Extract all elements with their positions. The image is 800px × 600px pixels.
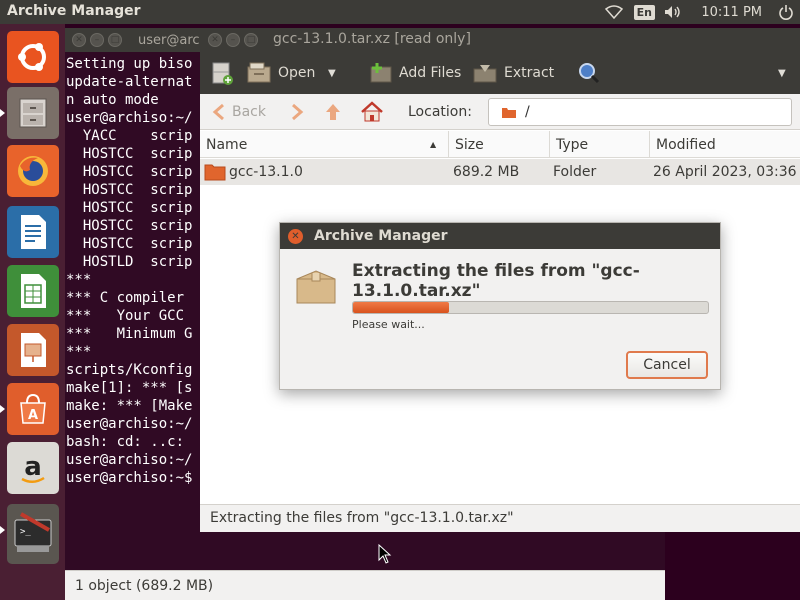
archive-title: gcc-13.1.0.tar.xz [read only] (273, 31, 471, 47)
new-archive-button[interactable] (210, 52, 234, 94)
row-name: gcc-13.1.0 (229, 164, 303, 180)
location-bar: Back Location: / (200, 94, 800, 130)
launcher-calc-icon[interactable] (7, 265, 59, 317)
svg-text:>_: >_ (20, 527, 31, 537)
dialog-titlebar[interactable]: ✕ Archive Manager (280, 223, 720, 249)
dialog-heading: Extracting the files from "gcc-13.1.0.ta… (352, 261, 640, 301)
sort-ascending-icon: ▲ (430, 140, 437, 149)
column-header-name[interactable]: Name ▲ (200, 131, 449, 158)
folder-icon (502, 107, 516, 118)
up-button[interactable] (324, 94, 342, 130)
column-headers: Name ▲ Size Type Modified (200, 131, 800, 158)
package-icon (296, 270, 336, 304)
open-archive-icon (247, 62, 271, 83)
new-archive-icon (212, 62, 233, 85)
launcher-software-center-icon[interactable]: A (0, 383, 59, 435)
chevron-down-icon: ▼ (778, 67, 786, 79)
forward-button[interactable] (290, 94, 304, 130)
launcher-amazon-icon[interactable]: a (7, 442, 59, 494)
chevron-down-icon: ▼ (328, 67, 336, 79)
open-dropdown-button[interactable]: ▼ (328, 52, 336, 94)
volume-icon[interactable] (659, 0, 689, 24)
extract-label: Extract (504, 65, 555, 81)
indicator-area: En 10:11 PM (599, 0, 800, 24)
table-row[interactable]: gcc-13.1.0 689.2 MB Folder 26 April 2023… (200, 159, 800, 185)
open-button[interactable]: Open (246, 52, 315, 94)
top-panel: Archive Manager En 10:11 PM (0, 0, 800, 24)
extract-progress-dialog[interactable]: ✕ Archive Manager Extracting the files f… (279, 222, 721, 390)
progress-bar (352, 301, 709, 314)
column-header-type[interactable]: Type (550, 131, 650, 158)
wifi-icon[interactable] (599, 0, 629, 24)
mouse-cursor-icon (378, 544, 392, 564)
terminal-minimize-icon[interactable]: – (90, 33, 104, 47)
power-icon[interactable] (772, 0, 800, 24)
dialog-title: Archive Manager (314, 228, 448, 244)
archive-titlebar[interactable]: ✕ – □ gcc-13.1.0.tar.xz [read only] (200, 28, 800, 52)
launcher-terminal-icon[interactable]: >_ (0, 504, 59, 564)
search-icon (579, 63, 600, 84)
launcher-writer-icon[interactable] (7, 206, 59, 258)
terminal-status-bar: 1 object (689.2 MB) (65, 570, 665, 600)
add-files-icon (370, 63, 392, 83)
launcher: A a >_ (0, 24, 65, 600)
active-app-title: Archive Manager (7, 3, 141, 19)
launcher-files-icon[interactable] (0, 87, 59, 139)
back-label: Back (232, 104, 266, 120)
back-arrow-icon (212, 103, 224, 121)
cancel-button[interactable]: Cancel (626, 351, 708, 379)
add-files-label: Add Files (399, 65, 462, 81)
column-header-size[interactable]: Size (449, 131, 550, 158)
launcher-firefox-icon[interactable] (7, 145, 59, 197)
svg-text:a: a (24, 452, 42, 482)
clock[interactable]: 10:11 PM (701, 5, 762, 20)
column-header-modified[interactable]: Modified (650, 131, 800, 158)
location-input[interactable]: / (488, 98, 792, 126)
column-name-label: Name (206, 136, 248, 153)
terminal-maximize-icon[interactable]: □ (108, 33, 122, 47)
home-button[interactable] (360, 94, 384, 130)
up-arrow-icon (326, 104, 340, 120)
extract-button[interactable]: Extract (472, 52, 554, 94)
launcher-impress-icon[interactable] (7, 324, 59, 376)
add-files-button[interactable]: Add Files (367, 52, 461, 94)
archive-toolbar: Open ▼ Add Files Extract ▼ (200, 52, 800, 94)
row-modified: 26 April 2023, 03:36 (653, 164, 797, 180)
terminal-title: user@arc (138, 32, 200, 48)
open-label: Open (278, 65, 316, 81)
archive-minimize-icon[interactable]: – (226, 33, 240, 47)
launcher-ubuntu-dash-icon[interactable] (7, 31, 59, 83)
find-button[interactable] (578, 52, 600, 94)
row-type: Folder (553, 164, 597, 180)
lang-badge: En (633, 4, 656, 20)
column-modified-label: Modified (656, 136, 716, 153)
dialog-close-icon[interactable]: ✕ (288, 229, 303, 244)
column-size-label: Size (455, 136, 484, 153)
location-value: / (525, 104, 530, 120)
archive-close-icon[interactable]: ✕ (208, 33, 222, 47)
home-icon (361, 101, 383, 122)
row-size: 689.2 MB (453, 164, 520, 180)
archive-maximize-icon[interactable]: □ (244, 33, 258, 47)
extract-icon (473, 65, 497, 83)
folder-icon (204, 159, 226, 185)
column-type-label: Type (556, 136, 589, 153)
menu-dropdown-button[interactable]: ▼ (778, 52, 786, 94)
svg-text:A: A (28, 408, 38, 423)
back-button[interactable]: Back (212, 94, 266, 130)
forward-arrow-icon (292, 103, 304, 121)
keyboard-language-indicator[interactable]: En (629, 0, 659, 24)
archive-status-bar: Extracting the files from "gcc-13.1.0.ta… (200, 504, 800, 532)
dialog-wait-text: Please wait... (352, 318, 425, 331)
progress-fill (353, 302, 449, 313)
terminal-close-icon[interactable]: ✕ (72, 33, 86, 47)
location-label: Location: (408, 104, 472, 120)
